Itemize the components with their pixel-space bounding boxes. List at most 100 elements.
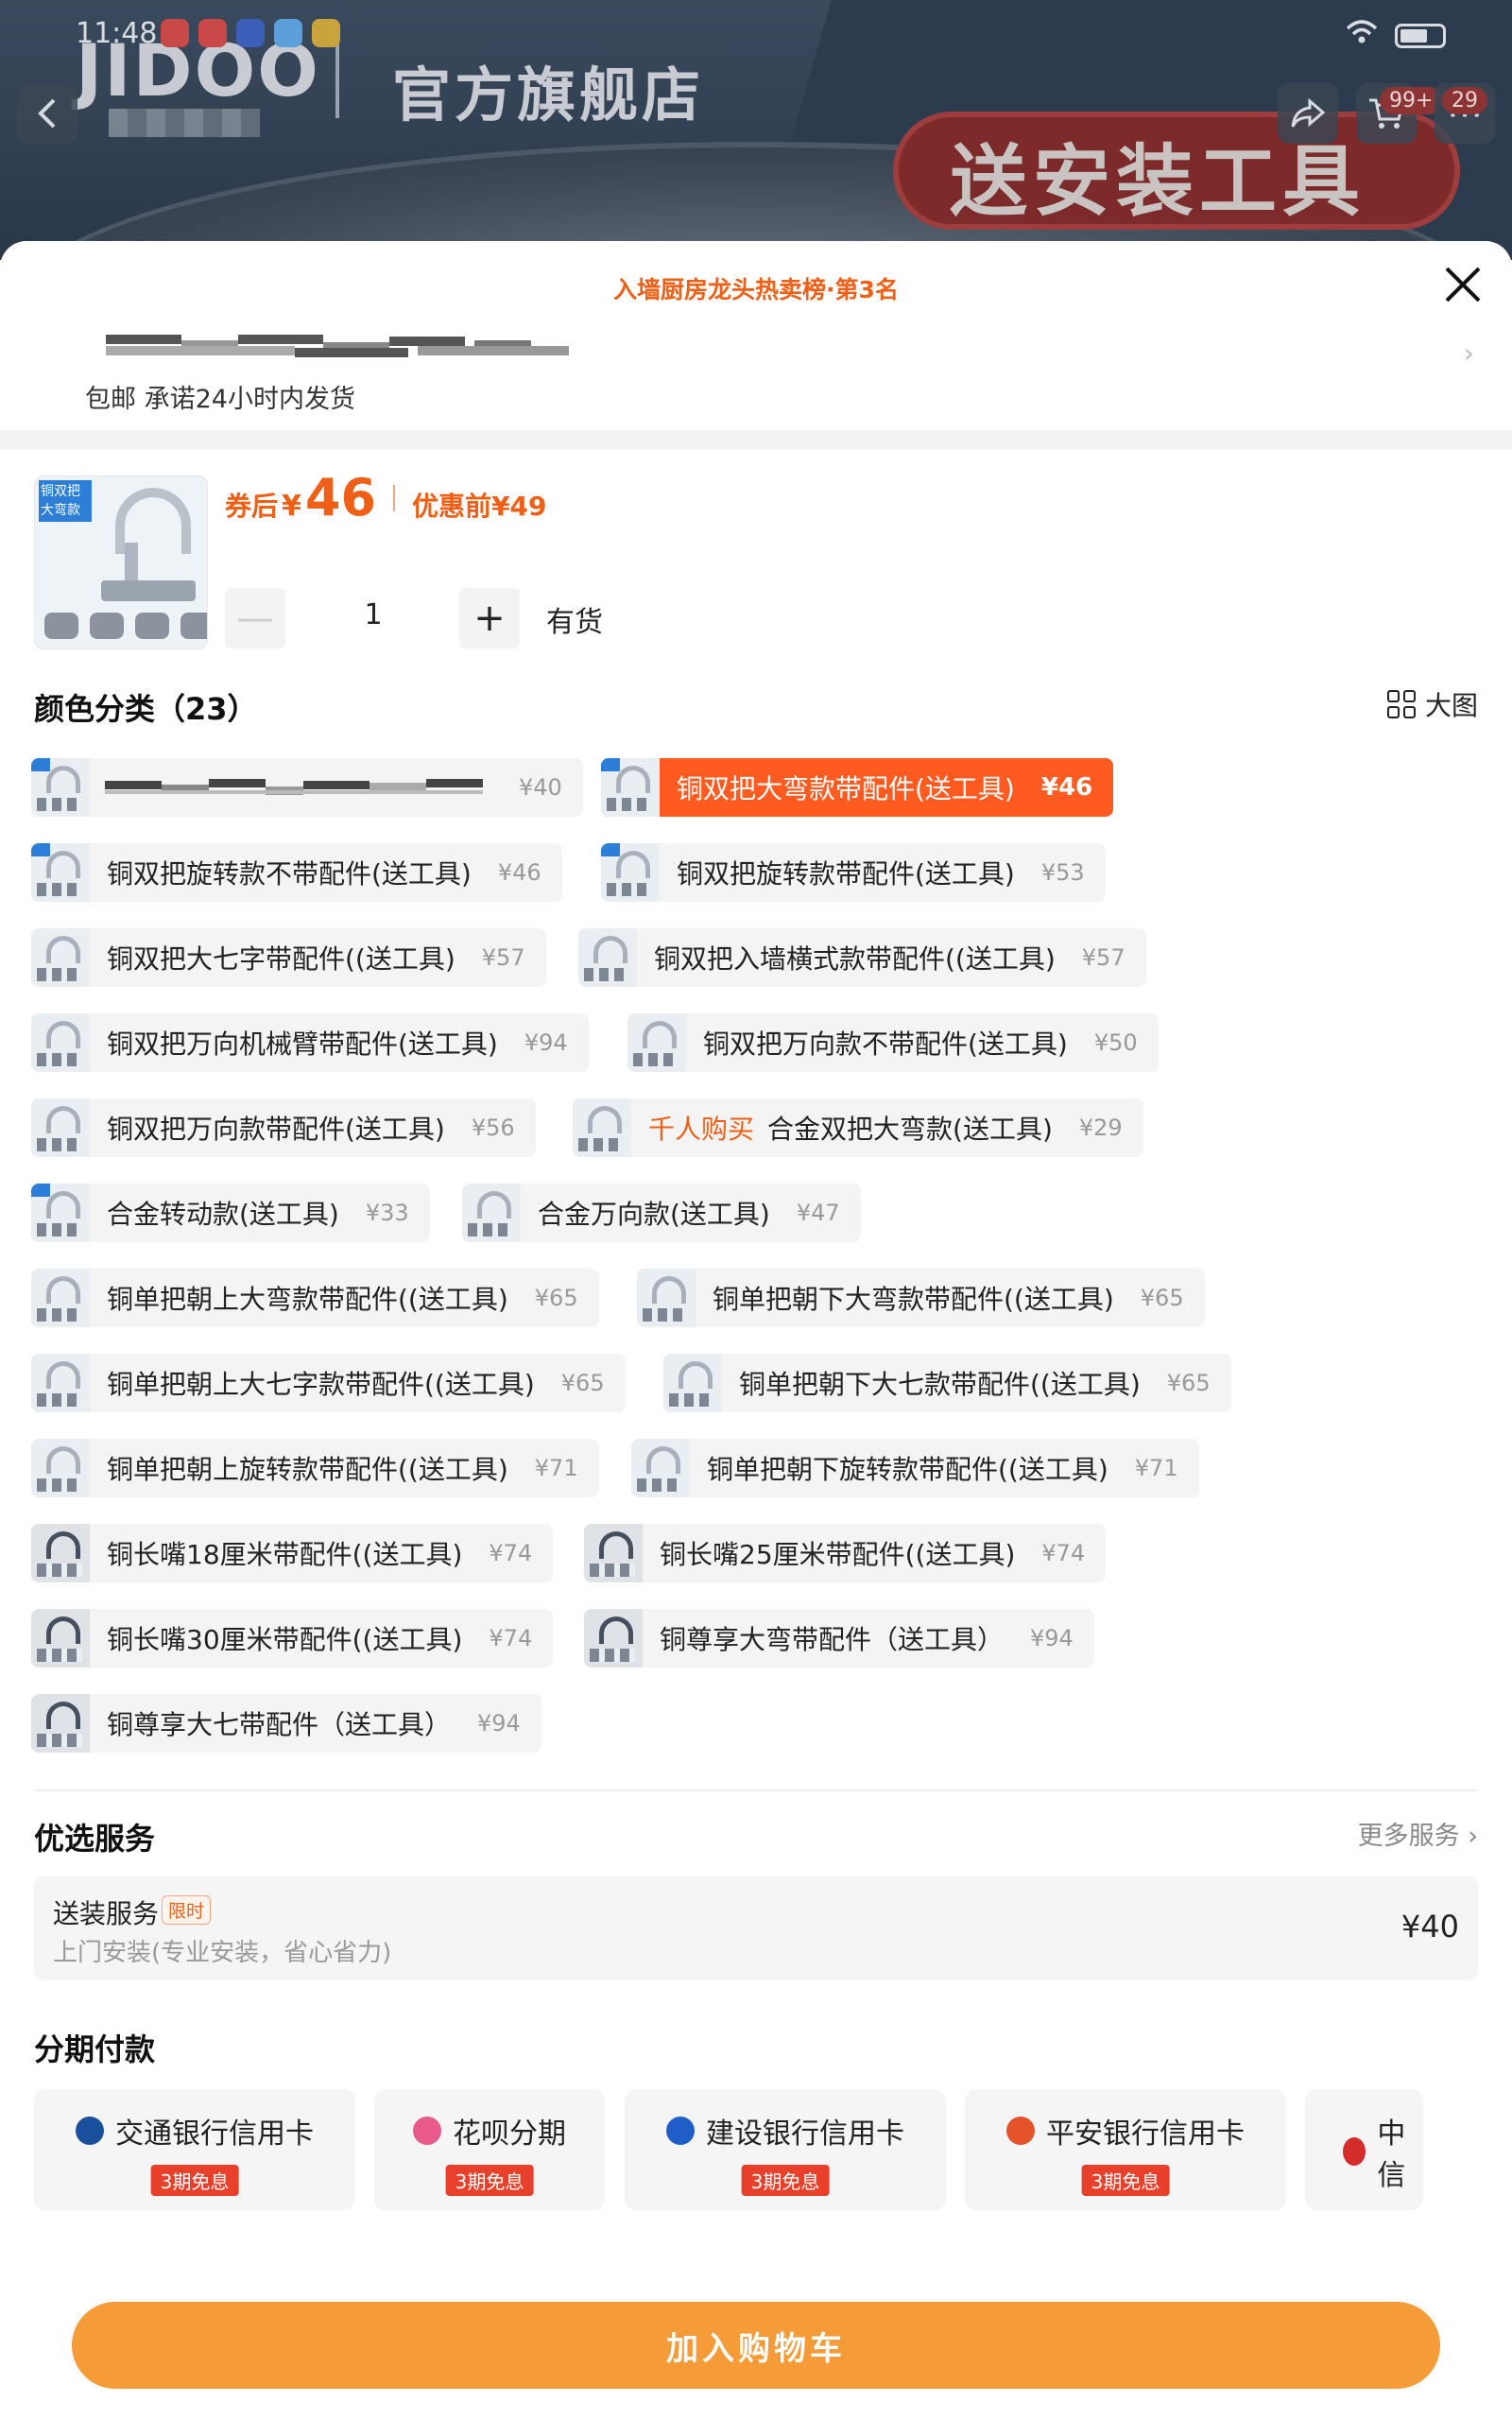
- coupon-price-label: 券后: [225, 491, 279, 522]
- variant-label: 铜双把万向款带配件(送工具): [107, 1114, 445, 1145]
- variant-chip-8[interactable]: 铜双把万向款带配件(送工具) ¥56: [31, 1098, 536, 1157]
- variant-thumb: [31, 1354, 90, 1412]
- share-button[interactable]: [1278, 83, 1338, 144]
- close-icon[interactable]: [1440, 262, 1486, 307]
- variant-price: ¥50: [1093, 1029, 1138, 1056]
- parts-image: [44, 613, 207, 639]
- chevron-left-icon: [38, 98, 56, 129]
- chevron-right-icon: ›: [1468, 1822, 1478, 1851]
- app-icon: [274, 19, 302, 47]
- plus-icon: +: [473, 596, 506, 640]
- variant-price: ¥65: [1140, 1285, 1184, 1311]
- installment-name: 建设银行信用卡: [706, 2118, 904, 2151]
- before-label: 优惠前: [412, 491, 492, 522]
- installment-option-0[interactable]: 交通银行信用卡 3期免息: [34, 2089, 355, 2210]
- more-services-label: 更多服务: [1357, 1822, 1460, 1851]
- service-limited-tag: 限时: [162, 1895, 212, 1925]
- hot-rank-title[interactable]: 入墙厨房龙头热卖榜·第3名: [0, 271, 1512, 305]
- variant-thumb: [573, 1098, 631, 1157]
- thumb-tag: 铜双把大弯款: [39, 480, 92, 522]
- variant-section-title: 颜色分类（23）: [34, 691, 258, 727]
- variant-chip-22[interactable]: 铜尊享大七带配件（送工具） ¥94: [31, 1694, 541, 1753]
- installment-option-3[interactable]: 平安银行信用卡 3期免息: [965, 2089, 1286, 2210]
- coupon-price: 46: [304, 468, 377, 527]
- variant-chip-4[interactable]: 铜双把大七字带配件((送工具) ¥57: [31, 928, 546, 987]
- variant-price: ¥46: [1040, 773, 1093, 802]
- variant-thumb: [627, 1013, 686, 1072]
- variant-chip-0[interactable]: ¥40: [31, 758, 583, 817]
- installment-option-4[interactable]: 中信: [1305, 2089, 1423, 2210]
- variant-label: 铜尊享大七带配件（送工具）: [107, 1709, 452, 1740]
- variant-chip-17[interactable]: 铜单把朝下旋转款带配件((送工具) ¥71: [631, 1439, 1199, 1497]
- variant-chip-20[interactable]: 铜长嘴30厘米带配件((送工具) ¥74: [31, 1609, 554, 1668]
- citic-icon: [1343, 2137, 1366, 2166]
- qty-minus-button[interactable]: —: [225, 588, 285, 648]
- variant-chip-15[interactable]: 铜单把朝下大七款带配件((送工具) ¥65: [663, 1354, 1231, 1412]
- qty-plus-button[interactable]: +: [459, 588, 520, 648]
- variant-thumb: [31, 1269, 90, 1327]
- variant-thumb: [584, 1524, 643, 1582]
- variant-chip-18[interactable]: 铜长嘴18厘米带配件((送工具) ¥74: [31, 1524, 554, 1582]
- variant-chip-21[interactable]: 铜尊享大弯带配件（送工具） ¥94: [584, 1609, 1094, 1668]
- variant-label: 铜长嘴18厘米带配件((送工具): [107, 1539, 463, 1570]
- variant-chip-2[interactable]: 铜双把旋转款不带配件(送工具) ¥46: [31, 843, 562, 902]
- variant-price: ¥29: [1078, 1115, 1123, 1141]
- installment-name: 中信: [1377, 2118, 1406, 2192]
- variant-chip-1[interactable]: 铜双把大弯款带配件(送工具) ¥46: [601, 758, 1114, 817]
- installments-title: 分期付款: [34, 2031, 156, 2067]
- app-icon: [236, 19, 265, 47]
- stock-status: 有货: [546, 606, 603, 639]
- variant-chip-6[interactable]: 铜双把万向机械臂带配件(送工具) ¥94: [31, 1013, 589, 1072]
- variant-label: 铜双把大七字带配件((送工具): [107, 943, 455, 975]
- variant-label: 铜单把朝下旋转款带配件((送工具): [707, 1454, 1108, 1485]
- variant-chip-3[interactable]: 铜双把旋转款带配件(送工具) ¥53: [601, 843, 1106, 902]
- variant-thumb: [631, 1439, 690, 1497]
- price-separator: [393, 484, 396, 511]
- product-thumbnail[interactable]: 铜双把大弯款: [34, 475, 208, 649]
- variant-thumb: [601, 843, 660, 902]
- variant-thumb: [663, 1354, 722, 1412]
- variant-chip-11[interactable]: 合金万向款(送工具) ¥47: [462, 1184, 861, 1242]
- variant-thumb: [637, 1269, 696, 1327]
- variant-thumb: [601, 758, 660, 817]
- status-indicators: [1346, 19, 1446, 52]
- variant-chip-10[interactable]: 合金转动款(送工具) ¥33: [31, 1184, 430, 1242]
- variant-label: 铜单把朝下大弯款带配件((送工具): [713, 1284, 1114, 1315]
- brand-divider: [335, 43, 339, 118]
- qty-value[interactable]: 1: [350, 598, 397, 631]
- bigview-toggle[interactable]: 大图: [1386, 685, 1478, 723]
- variant-chip-9[interactable]: 千人购买 合金双把大弯款(送工具) ¥29: [573, 1098, 1143, 1157]
- variant-label-blurred: [105, 777, 492, 798]
- more-services-link[interactable]: 更多服务 ›: [1358, 1815, 1478, 1852]
- variant-price: ¥46: [497, 859, 541, 886]
- share-icon: [1291, 97, 1326, 128]
- variant-price: ¥65: [1166, 1370, 1211, 1396]
- variant-chip-7[interactable]: 铜双把万向款不带配件(送工具) ¥50: [627, 1013, 1159, 1072]
- variant-price: ¥57: [481, 944, 525, 971]
- wifi-icon: [1346, 19, 1378, 52]
- variant-chip-5[interactable]: 铜双把入墙横式款带配件((送工具) ¥57: [578, 928, 1146, 987]
- variant-chip-12[interactable]: 铜单把朝上大弯款带配件((送工具) ¥65: [31, 1269, 599, 1327]
- installment-badge: 3期免息: [150, 2165, 239, 2196]
- installment-option-1[interactable]: 花呗分期 3期免息: [374, 2089, 605, 2210]
- variant-chip-16[interactable]: 铜单把朝上旋转款带配件((送工具) ¥71: [31, 1439, 599, 1497]
- variant-label: 铜双把入墙横式款带配件((送工具): [654, 943, 1056, 975]
- sku-sheet: 入墙厨房龙头热卖榜·第3名 › 包邮 承诺24小时内发货 铜双把大弯款 券后 ¥…: [0, 241, 1512, 2420]
- variant-chip-13[interactable]: 铜单把朝下大弯款带配件((送工具) ¥65: [637, 1269, 1205, 1327]
- back-button[interactable]: [17, 83, 77, 144]
- installment-option-2[interactable]: 建设银行信用卡 3期免息: [625, 2089, 946, 2210]
- variant-thumb: [31, 1524, 90, 1582]
- variant-hot-tag: 千人购买: [648, 1114, 755, 1145]
- services-title: 优选服务: [34, 1821, 156, 1857]
- service-description: 上门安装(专业安装，省心省力): [53, 1939, 392, 1967]
- address-blurred[interactable]: [106, 335, 597, 357]
- app-icon: [312, 19, 340, 47]
- add-to-cart-button[interactable]: 加入购物车: [72, 2302, 1440, 2389]
- install-service-option[interactable]: 送装服务 限时 上门安装(专业安装，省心省力) ¥40: [34, 1876, 1478, 1980]
- bocom-icon: [76, 2117, 104, 2145]
- variant-price: ¥71: [1134, 1455, 1178, 1481]
- currency-symbol: ¥: [282, 490, 301, 523]
- variant-thumb: [31, 1439, 90, 1497]
- variant-chip-19[interactable]: 铜长嘴25厘米带配件((送工具) ¥74: [584, 1524, 1107, 1582]
- variant-chip-14[interactable]: 铜单把朝上大七字款带配件((送工具) ¥65: [31, 1354, 626, 1412]
